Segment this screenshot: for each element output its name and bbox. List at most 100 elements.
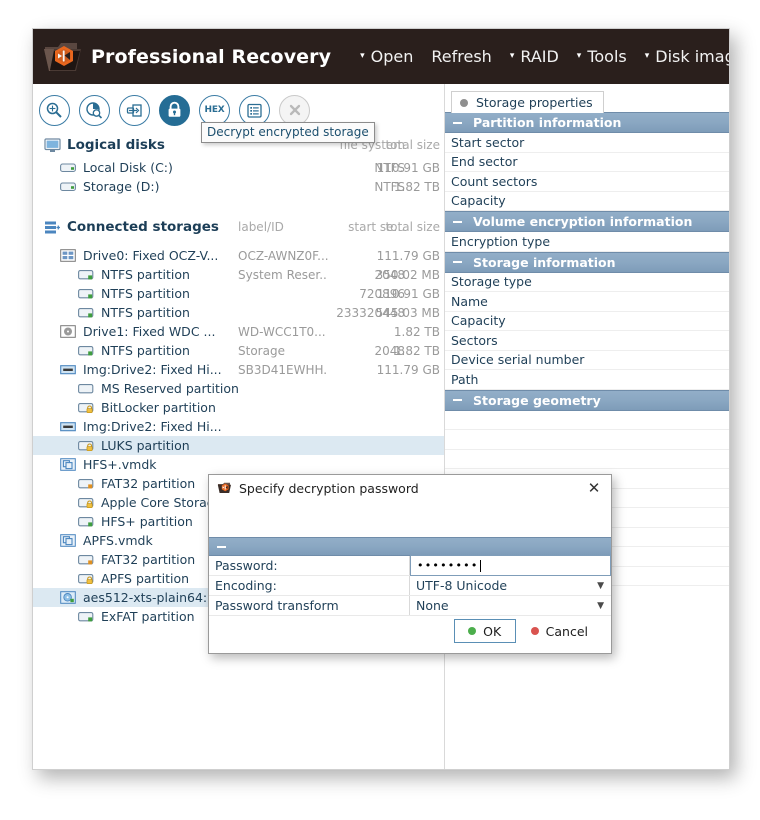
menu-item-raid[interactable]: ▾ RAID [501,43,568,70]
collapse-minus-icon[interactable] [453,399,462,401]
tree-row-name: APFS.vmdk [83,533,153,548]
tree-row-img-drive2-b[interactable]: Img:Drive2: Fixed Hi... [33,417,444,436]
cancel-label: Cancel [545,623,588,639]
tree-row-name: Drive0: Fixed OCZ-V... [83,248,219,263]
property-row: Storage type [445,272,729,292]
dialog-body: Password: •••••••• Encoding: UTF-8 Unico… [209,501,611,616]
encoding-field-row[interactable]: Encoding: UTF-8 Unicode ▼ [209,576,611,596]
close-icon[interactable]: ✕ [583,478,605,498]
tree-row-name: FAT32 partition [101,552,196,567]
section-storage-information[interactable]: Storage information [445,251,729,273]
list-icon[interactable] [239,94,270,126]
partition-lock-icon [77,495,95,510]
tree-row-ntfs-partition[interactable]: NTFS partition System Reser... 2048 350.… [33,265,444,284]
property-row: Capacity [445,311,729,331]
tree-row-name: HFS+ partition [101,514,193,529]
chevron-down-icon: ▾ [576,51,582,61]
chevron-down-icon: ▾ [644,51,650,61]
tree-group-label: Logical disks [67,137,165,153]
dot-icon [460,98,468,107]
tree-row-ntfs-partition[interactable]: NTFS partition 233320448 545.03 MB [33,303,444,322]
title-bar: Professional Recovery ▾ Open Refresh ▾ R… [33,29,729,84]
create-image-icon[interactable] [119,94,150,126]
ok-button[interactable]: OK [453,619,516,643]
property-row-empty [445,410,729,430]
drive-icon [59,160,77,175]
ok-dot-icon [468,627,477,635]
text-caret [479,559,481,572]
collapse-minus-icon[interactable] [217,545,226,548]
tree-row-name: aes512-xts-plain64::... [83,590,224,605]
password-input[interactable]: •••••••• [410,555,611,576]
tree-row-name: LUKS partition [101,438,190,453]
stack-icon [43,220,61,235]
section-title: Volume encryption information [473,214,693,229]
dialog-spacer [209,501,611,537]
menu-item-open[interactable]: ▾ Open [351,43,422,70]
tree-row-name: NTFS partition [101,267,190,282]
section-partition-information[interactable]: Partition information [445,112,729,133]
tree-row-ms-reserved-partition[interactable]: MS Reserved partition [33,379,444,398]
partition-plain-icon [77,381,95,396]
partition-search-icon[interactable] [79,94,110,126]
section-title: Storage geometry [473,392,601,408]
image-file-icon [59,362,77,377]
tree-row-drive0[interactable]: Drive0: Fixed OCZ-V... OCZ-AWNZ0F... 111… [33,246,444,265]
section-volume-encryption-information[interactable]: Volume encryption information [445,211,729,232]
tree-row-luks-partition[interactable]: LUKS partition [33,436,444,455]
tree-group-label: Connected storages [67,219,219,235]
tree-row-storage-d[interactable]: Storage (D:) NTFS 1.82 TB [33,177,444,196]
menu-item-disk-image[interactable]: ▾ Disk image [636,43,729,70]
dialog-title: Specify decryption password [239,480,419,496]
collapse-minus-icon[interactable] [453,220,462,223]
tree-row-hfsplus-vmdk[interactable]: HFS+.vmdk [33,455,444,474]
vmdk-icon [59,533,77,548]
menu-item-tools[interactable]: ▾ Tools [568,43,636,70]
encoding-label: Encoding: [209,576,410,595]
tree-row-name: Img:Drive2: Fixed Hi... [83,419,222,434]
tree-row-name: Storage (D:) [83,179,160,194]
hex-icon[interactable]: HEX [199,94,230,126]
tree-row-size: 350.02 MB [375,267,440,282]
partition-orange-icon [77,552,95,567]
tree-row-size: 111.79 GB [376,248,440,263]
section-title: Partition information [473,115,622,130]
image-file-icon [59,419,77,434]
scan-icon[interactable] [39,94,70,126]
tree-row-img-drive2[interactable]: Img:Drive2: Fixed Hi... SB3D41EWHH... 11… [33,360,444,379]
tree-row-label: System Reser... [238,267,328,282]
dialog-section-header[interactable] [209,537,611,556]
tree-row-label: Storage [238,343,285,358]
menu-label: Disk image [655,47,729,66]
encoding-select[interactable]: UTF-8 Unicode ▼ [410,576,611,595]
password-value: •••••••• [417,559,479,572]
tree-group-connected-storages[interactable]: Connected storages label/ID start se... … [33,214,444,240]
decrypted-volume-icon [59,590,77,605]
menu-label: Tools [587,47,627,66]
property-row: Device serial number [445,350,729,370]
chevron-down-icon: ▾ [360,51,365,61]
tree-row-drive1[interactable]: Drive1: Fixed WDC ... WD-WCC1T0... 1.82 … [33,322,444,341]
properties-panel: Storage properties Partition information… [445,84,729,769]
property-row: Start sector [445,133,729,153]
hex-label: HEX [204,105,225,115]
menu-item-refresh[interactable]: Refresh [422,43,500,70]
partition-green-icon [77,609,95,624]
tab-storage-properties[interactable]: Storage properties [451,91,604,113]
chevron-down-icon[interactable]: ▼ [597,581,604,591]
collapse-minus-icon[interactable] [453,261,462,263]
password-field-row[interactable]: Password: •••••••• [209,555,611,576]
tab-label: Storage properties [476,95,593,110]
cancel-button[interactable]: Cancel [519,619,599,643]
section-storage-geometry[interactable]: Storage geometry [445,389,729,411]
partition-green-icon [77,343,95,358]
tree-row-ntfs-partition[interactable]: NTFS partition Storage 2048 1.82 TB [33,341,444,360]
tree-row-local-disk-c[interactable]: Local Disk (C:) NTFS 110.91 GB [33,158,444,177]
collapse-minus-icon[interactable] [453,121,462,124]
section-title: Storage information [473,254,616,270]
ok-label: OK [483,623,502,639]
lock-icon[interactable] [159,94,190,126]
tree-row-bitlocker-partition[interactable]: BitLocker partition [33,398,444,417]
tree-row-name: NTFS partition [101,286,190,301]
tree-row-ntfs-partition[interactable]: NTFS partition 720896 110.91 GB [33,284,444,303]
